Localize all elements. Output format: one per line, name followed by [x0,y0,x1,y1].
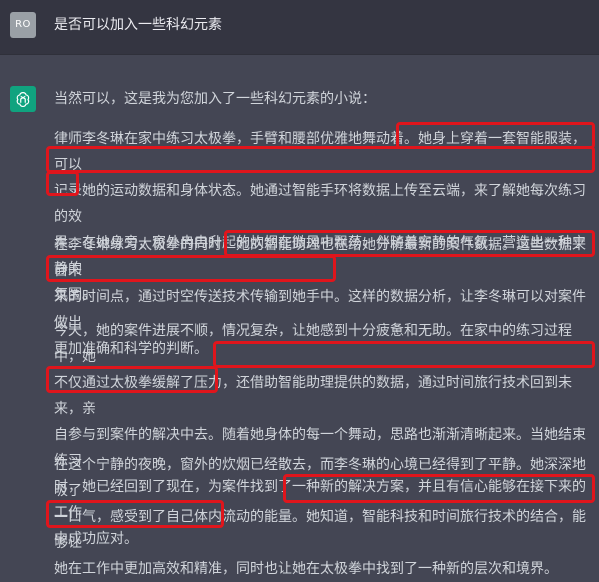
assistant-avatar [10,86,36,112]
paragraph-line: 律师李冬琳在家中练习太极拳，手臂和腰部优雅地舞动着。她身上穿着一套智能服装，可以 [54,131,586,173]
paragraph-line: 今天，她的案件进展不顺，情况复杂，让她感到十分疲惫和无助。在家中的练习过程中，她 [54,323,572,365]
user-avatar: RO [10,12,36,38]
paragraph-line: 在李冬琳练习太极拳的同时，她的智能助理也在给她分析最新的案件数据。这些数据来自未 [54,237,586,279]
paragraph-line: 在这个宁静的夜晚，窗外的炊烟已经散去，而李冬琳的心境已经得到了平静。她深深地吸了 [54,457,586,499]
story-paragraph-4: 在这个宁静的夜晚，窗外的炊烟已经散去，而李冬琳的心境已经得到了平静。她深深地吸了… [54,452,589,582]
message-divider [0,54,599,55]
openai-logo-icon [16,92,30,108]
user-message-row: RO 是否可以加入一些科幻元素 [0,0,599,54]
user-message-text: 是否可以加入一些科幻元素 [54,17,222,33]
paragraph-line: 她在工作中更加高效和精准，同时也让她在太极拳中找到了一种新的层次和境界。 [54,561,558,577]
assistant-intro: 当然可以，这是我为您加入了一些科幻元素的小说： [54,91,376,107]
paragraph-line: 一口气，感受到了自己体内流动的能量。她知道，智能科技和时间旅行技术的结合，能够让 [54,509,586,551]
paragraph-line: 记录她的运动数据和身体状态。她通过智能手环将数据上传至云端，来了解她每次练习的效 [54,183,586,225]
paragraph-line: 不仅通过太极拳缓解了压力，还借助智能助理提供的数据，通过时间旅行技术回到未来，亲 [54,375,572,417]
